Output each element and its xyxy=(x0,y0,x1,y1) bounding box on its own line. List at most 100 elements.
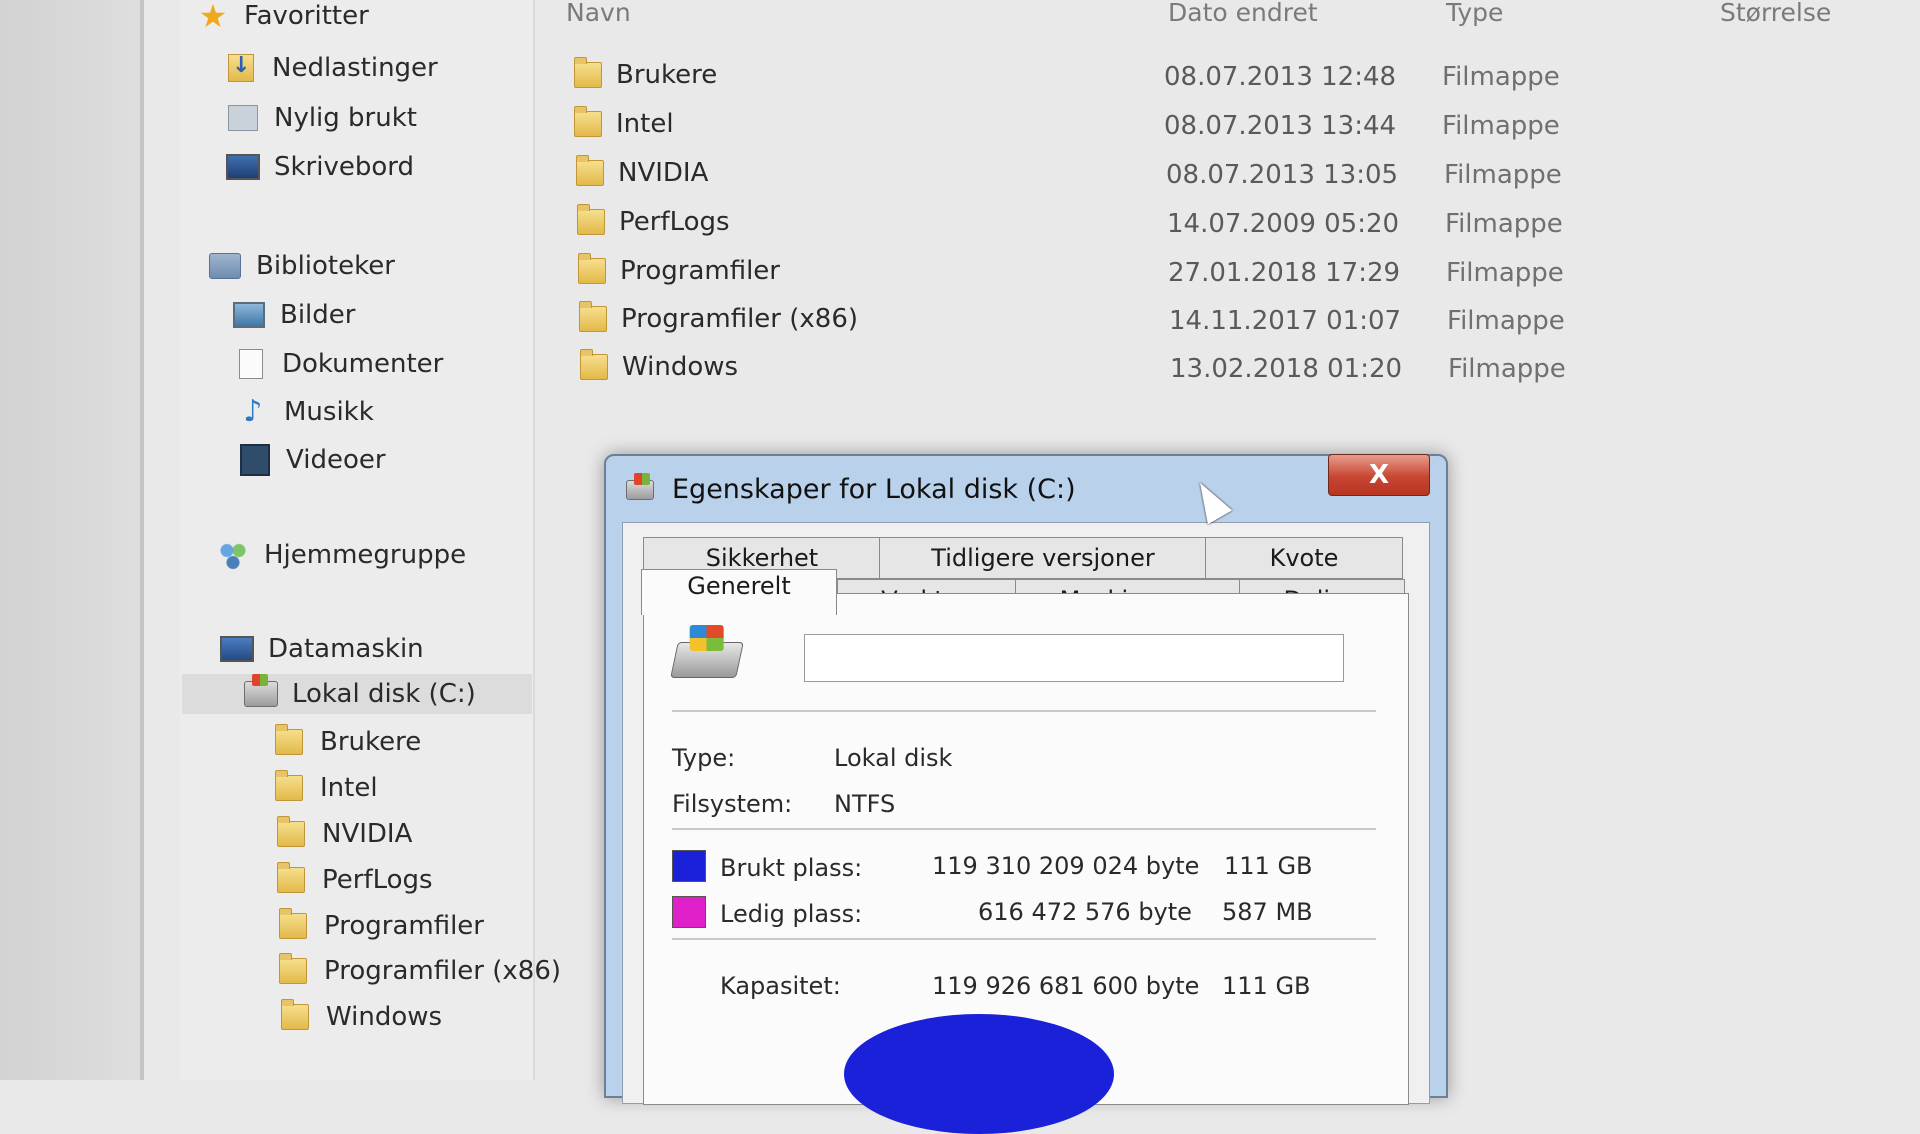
nav-subfolder[interactable]: PerfLogs xyxy=(274,860,433,900)
free-space-label: Ledig plass: xyxy=(720,900,863,928)
disk-usage-pie xyxy=(844,1014,1114,1134)
nav-homegroup[interactable]: Hjemmegruppe xyxy=(216,535,466,575)
type-value: Lokal disk xyxy=(834,744,953,772)
folder-icon xyxy=(580,349,608,380)
nav-item-pictures[interactable]: Bilder xyxy=(232,295,355,335)
homegroup-icon xyxy=(218,540,248,570)
file-type: Filmappe xyxy=(1444,160,1562,190)
tab-general[interactable]: Generelt xyxy=(641,569,837,615)
file-type: Filmappe xyxy=(1442,62,1560,92)
capacity-bytes: 119 926 681 600 byte xyxy=(932,972,1200,1000)
nav-item-recent[interactable]: Nylig brukt xyxy=(226,98,417,138)
file-row[interactable]: Programfiler (x86) 14.11.2017 01:07 Film… xyxy=(573,298,1673,340)
nav-label: Favoritter xyxy=(244,1,369,31)
file-type: Filmappe xyxy=(1445,209,1563,239)
nav-item-local-disk[interactable]: Lokal disk (C:) xyxy=(182,674,532,714)
file-date: 14.07.2009 05:20 xyxy=(1167,209,1400,239)
file-row[interactable]: Brukere 08.07.2013 12:48 Filmappe xyxy=(568,54,1668,96)
file-type: Filmappe xyxy=(1448,354,1566,384)
nav-item-music[interactable]: ♪ Musikk xyxy=(236,392,374,432)
file-name: Programfiler (x86) xyxy=(621,304,859,334)
pictures-icon xyxy=(233,302,265,328)
file-row[interactable]: Intel 08.07.2013 13:44 Filmappe xyxy=(568,103,1668,145)
nav-subfolder[interactable]: NVIDIA xyxy=(274,814,412,854)
capacity-size: 111 GB xyxy=(1222,972,1311,1000)
folder-icon xyxy=(275,724,303,755)
file-type: Filmappe xyxy=(1442,111,1560,141)
file-name: PerfLogs xyxy=(619,207,730,237)
nav-subfolder[interactable]: Programfiler (x86) xyxy=(276,951,561,991)
nav-subfolder[interactable]: Brukere xyxy=(272,722,421,762)
nav-label: Windows xyxy=(326,1002,443,1032)
tab-previous-versions[interactable]: Tidligere versjoner xyxy=(879,537,1207,579)
file-type: Filmappe xyxy=(1447,306,1565,336)
nav-label: Skrivebord xyxy=(274,152,415,182)
divider xyxy=(672,938,1376,940)
nav-subfolder[interactable]: Windows xyxy=(278,997,442,1037)
nav-item-videos[interactable]: Videoer xyxy=(238,440,386,480)
folder-icon xyxy=(279,908,307,939)
file-type: Filmappe xyxy=(1446,258,1564,288)
nav-label: Hjemmegruppe xyxy=(264,540,467,570)
nav-subfolder[interactable]: Programfiler xyxy=(276,906,484,946)
used-space-label: Brukt plass: xyxy=(720,854,863,882)
nav-label: Musikk xyxy=(284,397,374,427)
column-header-name[interactable]: Navn xyxy=(566,0,631,27)
folder-icon xyxy=(277,862,305,893)
divider xyxy=(672,828,1376,830)
pane-splitter[interactable] xyxy=(533,0,535,1080)
documents-icon xyxy=(239,349,263,379)
nav-item-documents[interactable]: Dokumenter xyxy=(234,344,443,384)
file-name: Intel xyxy=(616,109,674,139)
nav-label: Nedlastinger xyxy=(272,53,438,83)
free-space-size: 587 MB xyxy=(1222,898,1313,926)
nav-label: NVIDIA xyxy=(322,819,413,849)
file-row[interactable]: Programfiler 27.01.2018 17:29 Filmappe xyxy=(572,250,1672,292)
nav-label: PerfLogs xyxy=(322,865,433,895)
folder-icon xyxy=(576,155,604,186)
nav-label: Programfiler (x86) xyxy=(324,956,562,986)
file-row[interactable]: Windows 13.02.2018 01:20 Filmappe xyxy=(574,346,1674,388)
nav-label: Lokal disk (C:) xyxy=(292,679,476,709)
dialog-title: Egenskaper for Lokal disk (C:) xyxy=(672,474,1076,505)
nav-label: Datamaskin xyxy=(268,634,424,664)
file-name: Brukere xyxy=(616,60,718,90)
type-label: Type: xyxy=(672,744,736,772)
tab-quota[interactable]: Kvote xyxy=(1205,537,1403,579)
folder-icon xyxy=(275,770,303,801)
folder-icon xyxy=(281,999,309,1030)
column-header-type[interactable]: Type xyxy=(1446,0,1503,27)
file-date: 08.07.2013 13:05 xyxy=(1166,160,1399,190)
frame-divider xyxy=(140,0,144,1080)
recent-places-icon xyxy=(228,105,258,131)
drive-large-icon xyxy=(670,642,744,678)
column-header-size[interactable]: Størrelse xyxy=(1720,0,1831,27)
nav-libraries[interactable]: Biblioteker xyxy=(208,246,395,286)
folder-icon xyxy=(579,301,607,332)
nav-item-desktop[interactable]: Skrivebord xyxy=(226,147,414,187)
folder-icon xyxy=(574,57,602,88)
nav-favorites[interactable]: ★ Favoritter xyxy=(196,0,369,36)
folder-icon xyxy=(577,204,605,235)
file-row[interactable]: NVIDIA 08.07.2013 13:05 Filmappe xyxy=(570,152,1670,194)
column-header-date[interactable]: Dato endret xyxy=(1168,0,1318,27)
capacity-label: Kapasitet: xyxy=(720,972,841,1000)
used-space-swatch xyxy=(672,850,706,882)
folder-icon xyxy=(277,816,305,847)
divider xyxy=(672,710,1376,712)
free-space-bytes: 616 472 576 byte xyxy=(978,898,1192,926)
nav-subfolder[interactable]: Intel xyxy=(272,768,378,808)
file-date: 27.01.2018 17:29 xyxy=(1168,258,1401,288)
nav-computer[interactable]: Datamaskin xyxy=(220,629,424,669)
nav-label: Intel xyxy=(320,773,378,803)
nav-item-downloads[interactable]: Nedlastinger xyxy=(224,48,438,88)
folder-icon xyxy=(578,253,606,284)
drive-name-input[interactable] xyxy=(804,634,1344,682)
free-space-swatch xyxy=(672,896,706,928)
file-row[interactable]: PerfLogs 14.07.2009 05:20 Filmappe xyxy=(571,201,1671,243)
music-icon: ♪ xyxy=(243,394,263,429)
file-date: 13.02.2018 01:20 xyxy=(1170,354,1403,384)
close-button[interactable]: X xyxy=(1328,454,1430,496)
file-name: Windows xyxy=(622,352,739,382)
window-left-frame xyxy=(0,0,140,1080)
